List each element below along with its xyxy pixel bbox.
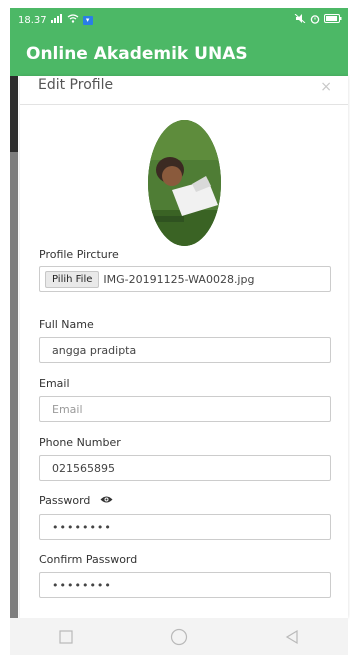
backdrop-edge xyxy=(10,152,18,618)
eye-icon[interactable] xyxy=(100,496,113,507)
recents-square-icon[interactable] xyxy=(46,627,86,647)
notification-badge-icon: ▾ xyxy=(82,15,93,25)
app-title: Online Akademik UNAS xyxy=(26,44,248,64)
back-triangle-icon[interactable] xyxy=(272,627,312,647)
phone-number-input[interactable]: 021565895 xyxy=(39,455,331,481)
modal-header: Edit Profile × xyxy=(20,76,348,105)
status-right xyxy=(294,13,342,27)
edit-profile-modal: Edit Profile × Profile Pircture Pilih Fi… xyxy=(20,76,348,618)
email-label: Email xyxy=(39,377,70,390)
password-input[interactable]: •••••••• xyxy=(39,514,331,540)
profile-photo xyxy=(148,120,221,246)
profile-picture-label: Profile Pircture xyxy=(39,248,119,261)
confirm-password-input[interactable]: •••••••• xyxy=(39,572,331,598)
mute-icon xyxy=(294,13,306,26)
android-nav-bar xyxy=(10,618,348,655)
profile-picture-file-input[interactable]: Pilih File IMG-20191125-WA0028.jpg xyxy=(39,266,331,292)
password-label: Password xyxy=(39,494,91,507)
drawer-edge xyxy=(10,76,18,152)
modal-title: Edit Profile xyxy=(38,77,114,93)
alarm-icon xyxy=(310,14,320,27)
close-icon[interactable]: × xyxy=(320,79,332,95)
battery-icon xyxy=(324,14,342,26)
home-circle-icon[interactable] xyxy=(159,627,199,647)
status-left: 18.37 ▾ xyxy=(18,14,93,26)
app-bar: Online Akademik UNAS xyxy=(10,32,348,76)
signal-icon xyxy=(50,14,63,26)
phone-number-label: Phone Number xyxy=(39,436,121,449)
password-label-row: Password xyxy=(39,494,113,507)
status-bar: 18.37 ▾ xyxy=(10,8,348,32)
full-name-input[interactable]: angga pradipta xyxy=(39,337,331,363)
choose-file-button[interactable]: Pilih File xyxy=(45,270,100,288)
full-name-label: Full Name xyxy=(39,318,94,331)
confirm-password-label: Confirm Password xyxy=(39,553,138,566)
email-input[interactable]: Email xyxy=(39,396,331,422)
wifi-icon xyxy=(67,14,79,26)
status-time: 18.37 xyxy=(18,14,47,26)
file-name: IMG-20191125-WA0028.jpg xyxy=(103,272,255,286)
